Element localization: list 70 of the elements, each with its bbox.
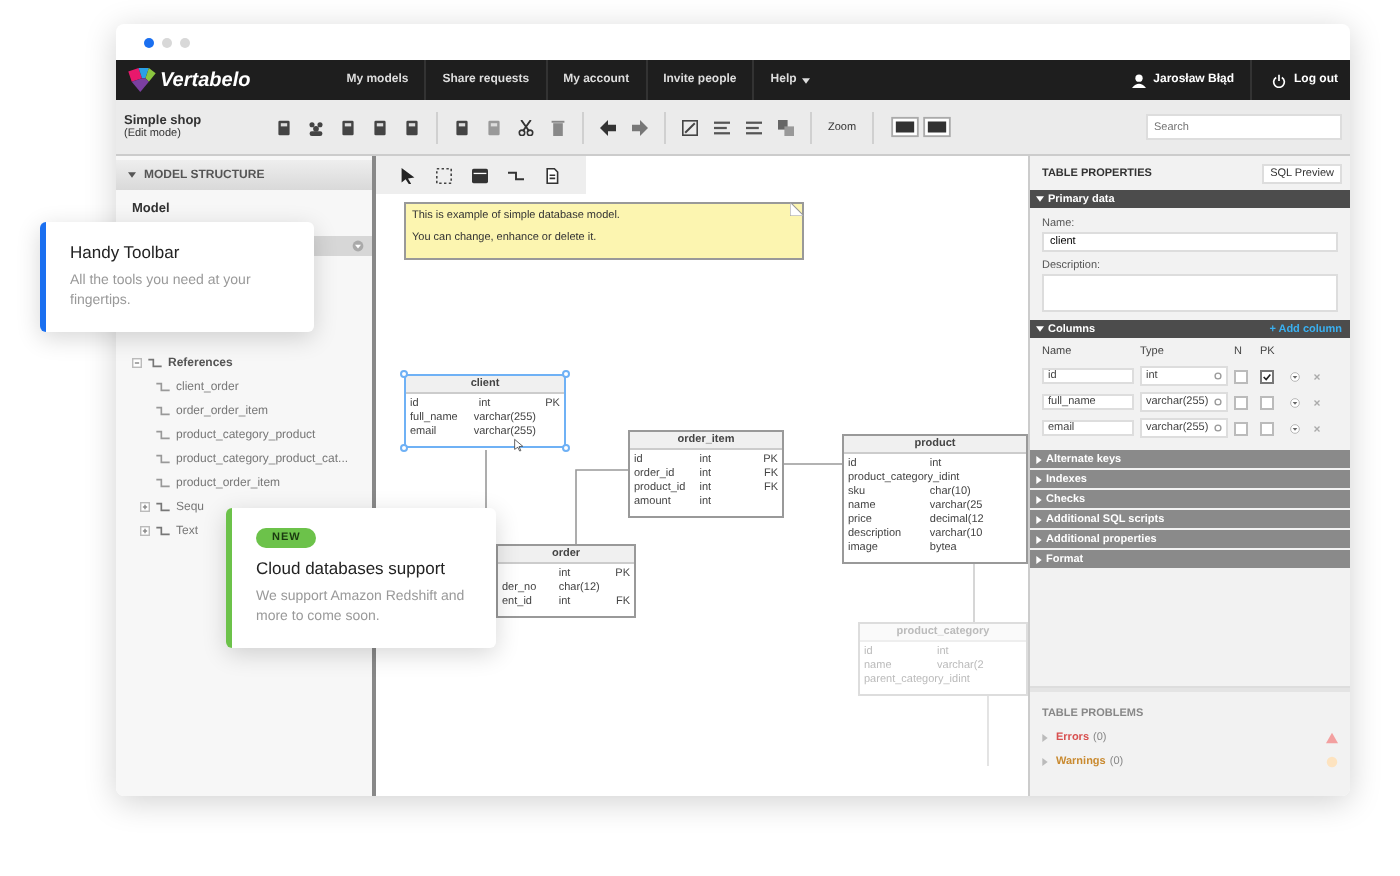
- resize-handle[interactable]: [562, 444, 570, 452]
- caret-icon: [1042, 734, 1048, 742]
- caret-icon: [802, 77, 811, 83]
- layout-icon[interactable]: [922, 116, 953, 138]
- callout-title: Handy Toolbar: [70, 242, 182, 262]
- resize-handle[interactable]: [562, 370, 570, 378]
- relationship-line: [783, 463, 843, 465]
- description-field[interactable]: [1042, 274, 1338, 312]
- expand-icon[interactable]: [140, 502, 150, 512]
- window-dot: [162, 37, 172, 47]
- dropdown-icon[interactable]: [352, 240, 364, 252]
- warning-circle-icon: [1326, 756, 1338, 768]
- null-checkbox[interactable]: [1234, 369, 1248, 383]
- warning-triangle-icon: [1326, 732, 1338, 744]
- note-icon[interactable]: [544, 167, 560, 183]
- window-dot: [180, 37, 190, 47]
- pk-checkbox[interactable]: [1260, 369, 1274, 383]
- trash-icon[interactable]: [550, 119, 566, 135]
- relationship-line: [575, 469, 629, 545]
- document-icon[interactable]: [372, 119, 388, 135]
- collapse-icon[interactable]: [132, 358, 142, 368]
- document-icon[interactable]: [340, 119, 356, 135]
- layout-icon[interactable]: [890, 116, 921, 138]
- settings-icon[interactable]: [1214, 398, 1222, 406]
- reference-icon[interactable]: [508, 167, 524, 183]
- caret-icon: [1042, 758, 1048, 766]
- caret-icon: [1036, 475, 1042, 483]
- window-dot: [144, 37, 154, 47]
- pk-checkbox[interactable]: [1260, 395, 1274, 409]
- caret-icon: [1036, 326, 1044, 332]
- power-icon: [1272, 73, 1286, 87]
- document-icon[interactable]: [404, 119, 420, 135]
- settings-icon[interactable]: [1214, 372, 1222, 380]
- resize-handle[interactable]: [400, 370, 408, 378]
- caret-icon: [1036, 555, 1042, 563]
- settings-icon[interactable]: [1214, 424, 1222, 432]
- delete-icon[interactable]: [1312, 397, 1322, 407]
- cursor-icon: [514, 438, 524, 452]
- resize-handle[interactable]: [400, 444, 408, 452]
- expand-icon[interactable]: [140, 526, 150, 536]
- table-icon[interactable]: [472, 167, 488, 183]
- caret-icon: [1036, 495, 1042, 503]
- null-checkbox[interactable]: [1234, 421, 1248, 435]
- cut-icon[interactable]: [518, 119, 534, 135]
- logo-icon: [128, 68, 156, 92]
- caret-icon: [1036, 196, 1044, 202]
- align-icon[interactable]: [746, 119, 762, 135]
- caret-icon: [1036, 515, 1042, 523]
- delete-icon[interactable]: [1312, 371, 1322, 381]
- logo-text: Vertabelo: [160, 69, 251, 91]
- dropdown-icon[interactable]: [1290, 371, 1300, 381]
- caret-icon: [1036, 535, 1042, 543]
- edit-icon[interactable]: [682, 119, 698, 135]
- people-icon[interactable]: [308, 119, 324, 135]
- arrow-left-icon[interactable]: [600, 119, 616, 135]
- callout-title: Cloud databases support: [256, 558, 448, 578]
- pointer-icon[interactable]: [400, 167, 416, 183]
- layers-icon[interactable]: [778, 119, 794, 135]
- list-icon[interactable]: [714, 119, 730, 135]
- page-fold-icon: [790, 202, 804, 216]
- null-checkbox[interactable]: [1234, 395, 1248, 409]
- dropdown-icon[interactable]: [1290, 423, 1300, 433]
- caret-icon: [1036, 455, 1042, 463]
- caret-icon: [128, 172, 136, 178]
- delete-icon[interactable]: [1312, 423, 1322, 433]
- dropdown-icon[interactable]: [1290, 397, 1300, 407]
- select-area-icon[interactable]: [436, 167, 452, 183]
- user-icon: [1131, 73, 1146, 87]
- arrow-right-icon[interactable]: [632, 119, 648, 135]
- pk-checkbox[interactable]: [1260, 421, 1274, 435]
